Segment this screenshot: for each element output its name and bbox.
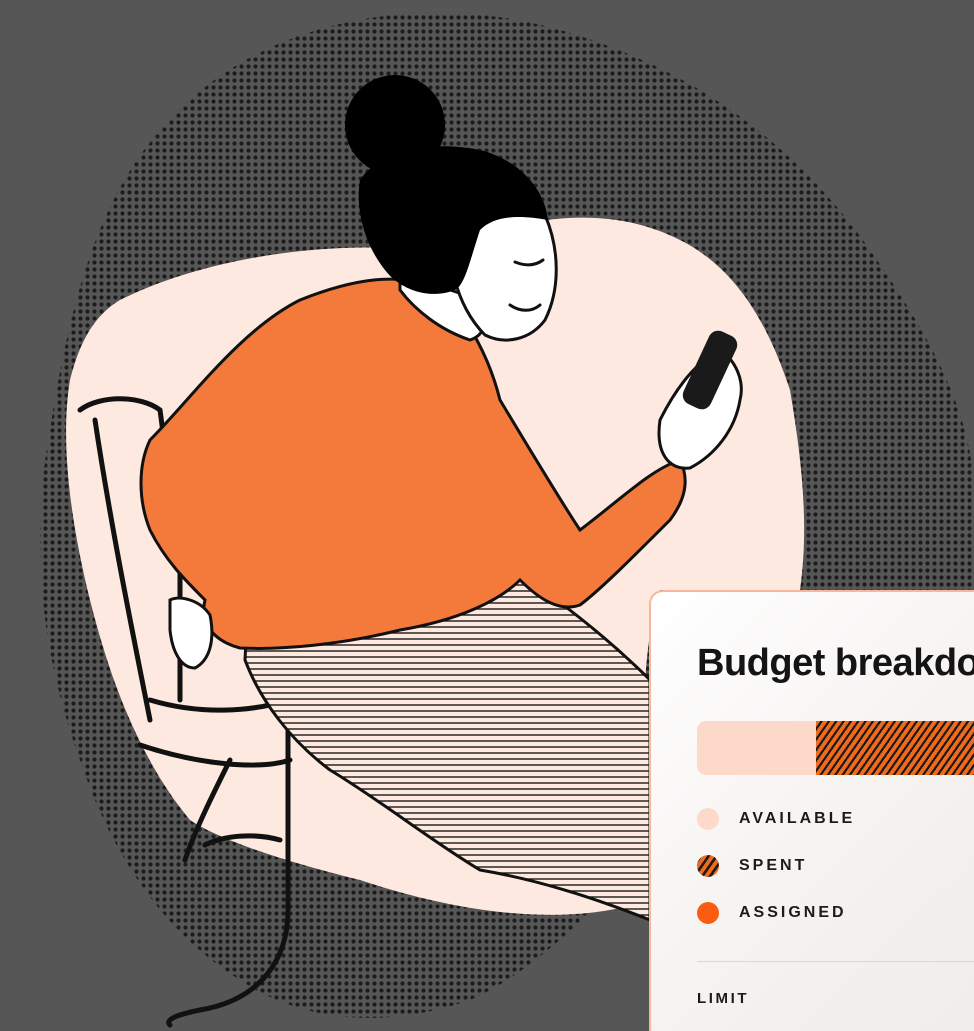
bar-segment-available: [697, 721, 816, 775]
stage: Budget breakdown AVAILABLE SPENT ASSIGNE…: [0, 0, 974, 1031]
card-title: Budget breakdown: [697, 642, 974, 684]
divider: [697, 961, 974, 962]
legend-item-spent: SPENT: [697, 854, 855, 878]
available-dot-icon: [697, 808, 719, 830]
assigned-dot-icon: [697, 902, 719, 924]
legend-label-available: AVAILABLE: [739, 810, 856, 827]
legend: AVAILABLE SPENT ASSIGNED: [697, 807, 855, 948]
bar-segment-spent: [815, 721, 974, 775]
legend-label-assigned: ASSIGNED: [739, 904, 847, 921]
budget-breakdown-card: Budget breakdown AVAILABLE SPENT ASSIGNE…: [649, 590, 974, 1031]
budget-bar: [697, 721, 974, 775]
spent-dot-icon: [697, 855, 719, 877]
legend-item-available: AVAILABLE: [697, 807, 855, 831]
legend-item-assigned: ASSIGNED: [697, 901, 855, 925]
legend-label-spent: SPENT: [739, 857, 808, 874]
limit-label: LIMIT: [697, 990, 750, 1007]
